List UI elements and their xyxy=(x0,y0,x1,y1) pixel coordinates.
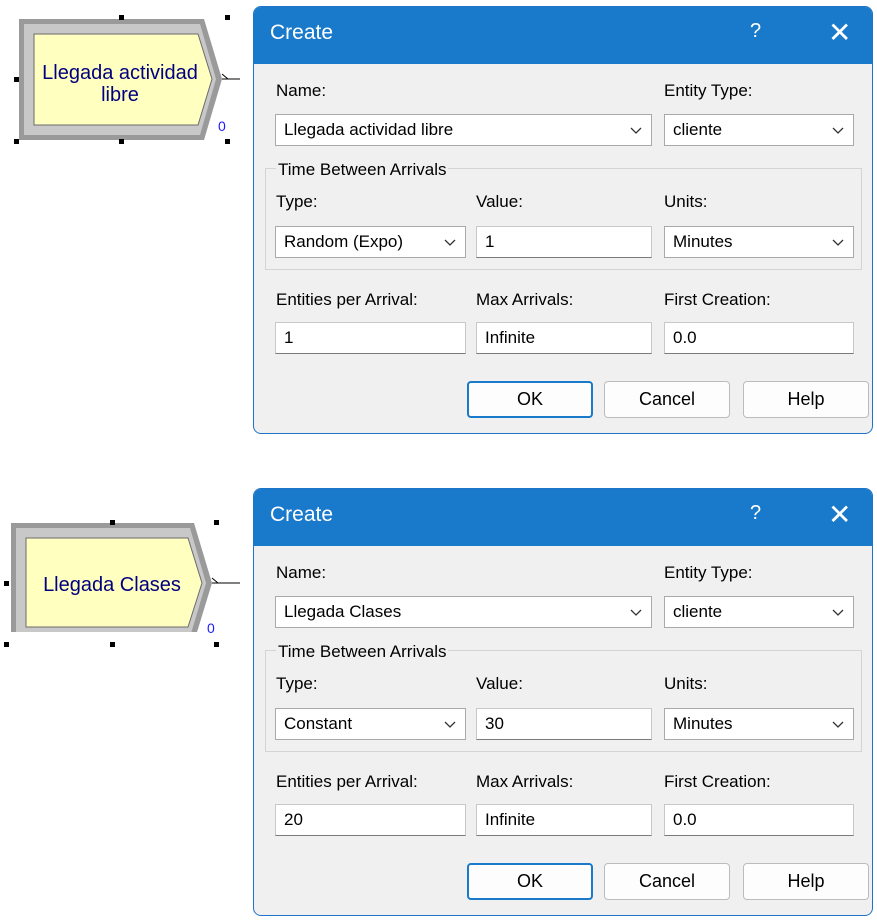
selection-handle[interactable] xyxy=(225,139,230,144)
chevron-down-icon xyxy=(444,721,456,728)
selection-handle[interactable] xyxy=(110,642,115,647)
selection-handle[interactable] xyxy=(4,581,9,586)
close-icon[interactable]: ✕ xyxy=(828,497,851,533)
entity-type-combobox[interactable]: cliente xyxy=(664,596,854,628)
selection-handle[interactable] xyxy=(119,139,124,144)
name-value: Llegada actividad libre xyxy=(284,120,454,139)
max-arrivals-label: Max Arrivals: xyxy=(476,772,574,791)
first-creation-label: First Creation: xyxy=(664,772,771,791)
max-arrivals-value: Infinite xyxy=(485,810,536,829)
chevron-down-icon xyxy=(832,127,844,134)
type-value: Constant xyxy=(284,714,353,733)
module-label-line2: libre xyxy=(101,84,139,106)
entities-per-arrival-value: 1 xyxy=(284,328,294,347)
max-arrivals-label: Max Arrivals: xyxy=(476,290,574,309)
help-button[interactable]: Help xyxy=(743,863,869,900)
close-icon[interactable]: ✕ xyxy=(828,15,851,51)
entities-per-arrival-input[interactable]: 1 xyxy=(275,322,466,354)
max-arrivals-input[interactable]: Infinite xyxy=(476,322,652,354)
module-label-line1: Llegada Clases xyxy=(43,574,181,596)
units-label: Units: xyxy=(664,192,708,211)
cancel-button[interactable]: Cancel xyxy=(604,381,730,418)
type-combobox[interactable]: Constant xyxy=(275,708,466,740)
cancel-button[interactable]: Cancel xyxy=(604,863,730,900)
entity-type-value: cliente xyxy=(673,120,723,139)
chevron-down-icon xyxy=(832,609,844,616)
first-creation-value: 0.0 xyxy=(673,328,697,347)
value-label: Value: xyxy=(476,192,523,211)
dialog-titlebar[interactable]: Create ? ✕ xyxy=(254,489,872,546)
selection-handle[interactable] xyxy=(214,520,219,525)
chevron-down-icon xyxy=(444,239,456,246)
module-arrow-shape xyxy=(11,523,240,632)
help-icon[interactable]: ? xyxy=(750,20,761,43)
entities-per-arrival-value: 20 xyxy=(284,810,303,829)
type-value: Random (Expo) xyxy=(284,232,404,251)
help-button[interactable]: Help xyxy=(743,381,869,418)
type-label: Type: xyxy=(276,674,318,693)
first-creation-value: 0.0 xyxy=(673,810,697,829)
time-between-arrivals-title: Time Between Arrivals xyxy=(276,642,449,662)
chevron-down-icon xyxy=(832,721,844,728)
dialog-title: Create xyxy=(270,21,334,44)
units-value: Minutes xyxy=(673,714,733,733)
create-dialog: Create ? ✕ Name: Entity Type: Llegada Cl… xyxy=(253,488,873,916)
selection-handle[interactable] xyxy=(119,15,124,20)
first-creation-label: First Creation: xyxy=(664,290,771,309)
value-input[interactable]: 30 xyxy=(476,708,652,740)
module-label-line1: Llegada actividad xyxy=(42,62,198,84)
create-module-shape[interactable]: Llegada Clases 0 xyxy=(0,482,240,636)
value-label: Value: xyxy=(476,674,523,693)
selection-handle[interactable] xyxy=(110,520,115,525)
chevron-down-icon xyxy=(832,239,844,246)
create-panel-1: Llegada actividad libre 0 Create ? ✕ Nam… xyxy=(0,0,877,440)
entity-type-label: Entity Type: xyxy=(664,563,753,582)
name-label: Name: xyxy=(276,81,327,100)
chevron-down-icon xyxy=(630,609,642,616)
entity-type-value: cliente xyxy=(673,602,723,621)
ok-button[interactable]: OK xyxy=(467,863,593,900)
module-counter: 0 xyxy=(218,118,226,134)
time-between-arrivals-title: Time Between Arrivals xyxy=(276,160,449,180)
entities-per-arrival-input[interactable]: 20 xyxy=(275,804,466,836)
max-arrivals-value: Infinite xyxy=(485,328,536,347)
selection-handle[interactable] xyxy=(4,642,9,647)
dialog-titlebar[interactable]: Create ? ✕ xyxy=(254,7,872,64)
create-module-shape[interactable]: Llegada actividad libre 0 xyxy=(0,0,240,140)
name-value: Llegada Clases xyxy=(284,602,402,621)
selection-handle[interactable] xyxy=(214,642,219,647)
value-input[interactable]: 1 xyxy=(476,226,652,258)
entity-type-label: Entity Type: xyxy=(664,81,753,100)
create-panel-2: Llegada Clases 0 Create ? ✕ Name: Entity… xyxy=(0,482,877,922)
help-icon[interactable]: ? xyxy=(750,502,761,525)
entity-type-combobox[interactable]: cliente xyxy=(664,114,854,146)
type-label: Type: xyxy=(276,192,318,211)
create-dialog: Create ? ✕ Name: Entity Type: Llegada ac… xyxy=(253,6,873,434)
value-value: 30 xyxy=(485,714,504,733)
chevron-down-icon xyxy=(630,127,642,134)
type-combobox[interactable]: Random (Expo) xyxy=(275,226,466,258)
entities-per-arrival-label: Entities per Arrival: xyxy=(276,290,418,309)
entities-per-arrival-label: Entities per Arrival: xyxy=(276,772,418,791)
module-counter: 0 xyxy=(207,620,215,636)
selection-handle[interactable] xyxy=(14,139,19,144)
selection-handle[interactable] xyxy=(14,77,19,82)
first-creation-input[interactable]: 0.0 xyxy=(664,322,854,354)
value-value: 1 xyxy=(485,232,495,251)
name-label: Name: xyxy=(276,563,327,582)
dialog-title: Create xyxy=(270,503,334,526)
units-value: Minutes xyxy=(673,232,733,251)
selection-handle[interactable] xyxy=(225,15,230,20)
max-arrivals-input[interactable]: Infinite xyxy=(476,804,652,836)
name-combobox[interactable]: Llegada Clases xyxy=(275,596,652,628)
ok-button[interactable]: OK xyxy=(467,381,593,418)
units-combobox[interactable]: Minutes xyxy=(664,226,854,258)
name-combobox[interactable]: Llegada actividad libre xyxy=(275,114,652,146)
units-label: Units: xyxy=(664,674,708,693)
units-combobox[interactable]: Minutes xyxy=(664,708,854,740)
first-creation-input[interactable]: 0.0 xyxy=(664,804,854,836)
